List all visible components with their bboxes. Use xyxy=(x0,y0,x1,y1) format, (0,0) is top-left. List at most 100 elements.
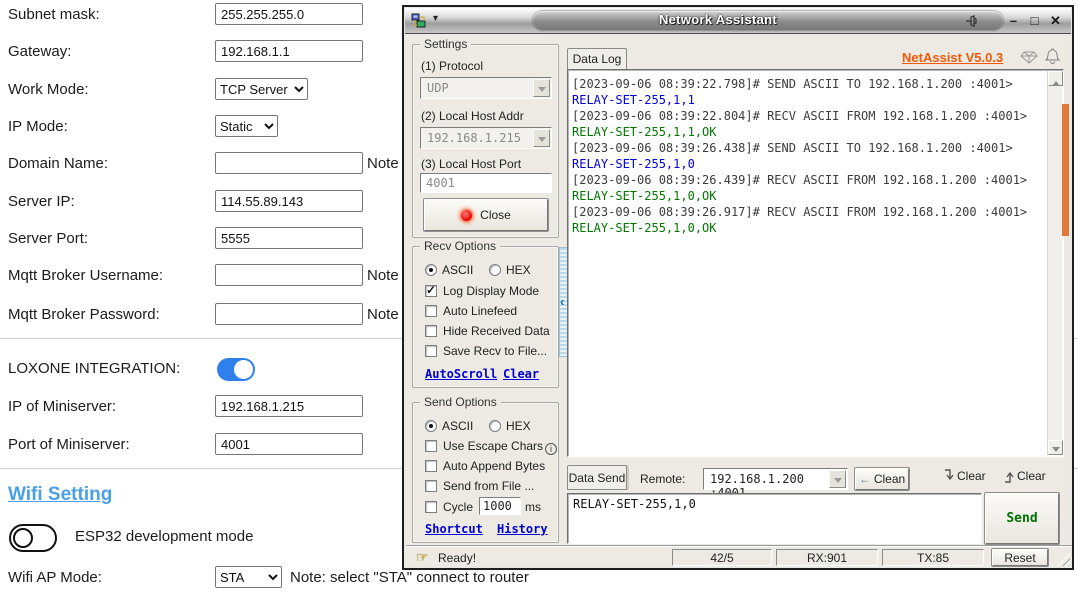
history-link[interactable]: History xyxy=(497,522,548,536)
clear-send-button[interactable]: Clear xyxy=(942,469,986,483)
pin-icon[interactable] xyxy=(963,13,979,29)
send-ascii-radio[interactable] xyxy=(425,420,437,432)
mqtt-username-input[interactable] xyxy=(215,264,363,286)
title-bar[interactable]: ▾ Network Assistant – □ ✕ xyxy=(405,8,1071,34)
domain-name-input[interactable] xyxy=(215,152,363,174)
server-ip-label: Server IP: xyxy=(8,193,75,210)
diamond-icon[interactable] xyxy=(1020,47,1038,65)
save-recv-to-file-checkbox[interactable] xyxy=(425,345,437,357)
work-mode-select[interactable]: TCP Server xyxy=(215,78,308,100)
protocol-combo[interactable]: UDP xyxy=(420,77,552,99)
close-connection-button[interactable]: Close xyxy=(424,199,548,231)
ip-mode-select[interactable]: Static xyxy=(215,115,278,137)
autoscroll-link[interactable]: AutoScroll xyxy=(425,367,497,381)
clear-label: Clear xyxy=(957,469,986,483)
use-escape-chars-checkbox[interactable] xyxy=(425,440,437,452)
auto-linefeed-checkbox[interactable] xyxy=(425,305,437,317)
clear-label: Clear xyxy=(1017,469,1046,483)
screen: { "form": { "rows": [ { "label": "Subnet… xyxy=(0,0,1078,598)
wifi-ap-mode-select[interactable]: STA xyxy=(215,566,282,588)
protocol-value: UDP xyxy=(427,81,449,95)
save-recv-to-file-label: Save Recv to File... xyxy=(443,344,547,358)
gateway-label: Gateway: xyxy=(8,43,71,60)
server-port-input[interactable] xyxy=(215,227,363,249)
minimize-button[interactable]: – xyxy=(1006,12,1021,29)
recv-hex-radio[interactable] xyxy=(489,264,501,276)
log-line: [2023-09-06 08:39:26.439]# RECV ASCII FR… xyxy=(572,172,1045,188)
cycle-interval-input[interactable] xyxy=(479,497,521,515)
data-log-panel[interactable]: [2023-09-06 08:39:22.798]# SEND ASCII TO… xyxy=(567,69,1064,457)
resize-grip[interactable] xyxy=(1057,553,1070,566)
miniserver-port-input[interactable] xyxy=(215,433,363,455)
server-ip-input[interactable] xyxy=(215,190,363,212)
hide-received-data-checkbox[interactable] xyxy=(425,325,437,337)
collapse-icon: ‹ xyxy=(560,294,564,309)
netassist-version-link[interactable]: NetAssist V5.0.3 xyxy=(902,50,1003,65)
wifi-ap-mode-note: Note: select "STA" connect to router xyxy=(290,569,529,586)
log-line: RELAY-SET-255,1,0,OK xyxy=(572,188,1045,204)
send-ascii-label: ASCII xyxy=(442,419,473,433)
settings-group: Settings (1) Protocol UDP (2) Local Host… xyxy=(412,44,559,238)
clean-button-label: Clean xyxy=(874,472,905,486)
recv-hex-label: HEX xyxy=(506,263,531,277)
bell-icon[interactable] xyxy=(1044,47,1061,65)
local-host-addr-combo[interactable]: 192.168.1.215 xyxy=(420,127,552,149)
left-arrow-icon: ← xyxy=(859,472,871,486)
cycle-checkbox[interactable] xyxy=(425,501,437,513)
connection-status-icon xyxy=(461,210,472,221)
subnet-mask-label: Subnet mask: xyxy=(8,6,100,23)
gateway-input[interactable] xyxy=(215,40,363,62)
clear-recv-button[interactable]: Clear xyxy=(1002,469,1046,483)
wifi-ap-mode-label: Wifi AP Mode: xyxy=(8,569,102,586)
send-message-input[interactable]: RELAY-SET-255,1,0 xyxy=(567,493,982,544)
ip-mode-label: IP Mode: xyxy=(8,118,68,135)
shortcut-link[interactable]: Shortcut xyxy=(425,522,483,536)
scroll-position-marker[interactable] xyxy=(1062,104,1069,236)
scroll-up-icon[interactable] xyxy=(1048,71,1063,86)
log-display-mode-checkbox[interactable] xyxy=(425,285,437,297)
local-host-port-label: (3) Local Host Port xyxy=(421,157,521,171)
maximize-button[interactable]: □ xyxy=(1027,12,1042,29)
local-host-port-input[interactable]: 4001 xyxy=(420,173,552,193)
remote-address-combo[interactable]: 192.168.1.200 :4001 xyxy=(703,468,848,490)
esp32-toggle[interactable] xyxy=(9,524,57,552)
status-rx: RX:901 xyxy=(776,549,878,566)
subnet-mask-input[interactable] xyxy=(215,3,363,25)
scroll-down-icon[interactable] xyxy=(1048,440,1063,455)
recv-options-title: Recv Options xyxy=(420,239,500,253)
reset-button[interactable]: Reset xyxy=(992,549,1048,566)
tab-data-log[interactable]: Data Log xyxy=(567,48,627,69)
recv-ascii-radio[interactable] xyxy=(425,264,437,276)
wifi-setting-link[interactable]: Wifi Setting xyxy=(8,484,112,506)
mqtt-password-input[interactable] xyxy=(215,303,363,325)
send-from-file-checkbox[interactable] xyxy=(425,480,437,492)
server-port-label: Server Port: xyxy=(8,230,88,247)
info-icon[interactable]: i xyxy=(545,443,557,455)
combo-dropdown-icon[interactable] xyxy=(829,470,846,488)
status-ready-text: Ready! xyxy=(438,551,476,565)
mqtt-password-label: Mqtt Broker Password: xyxy=(8,306,160,323)
send-options-title: Send Options xyxy=(420,395,501,409)
loxone-label: LOXONE INTEGRATION: xyxy=(8,360,180,377)
work-mode-label: Work Mode: xyxy=(8,81,89,98)
close-window-button[interactable]: ✕ xyxy=(1048,12,1063,29)
clean-button[interactable]: ←Clean xyxy=(855,468,909,490)
send-options-group: Send Options ASCII HEX Use Escape Charsi… xyxy=(412,402,559,543)
combo-dropdown-icon[interactable] xyxy=(533,79,550,97)
domain-name-label: Domain Name: xyxy=(8,155,108,172)
log-scrollbar[interactable] xyxy=(1047,71,1062,455)
tab-data-send[interactable]: Data Send xyxy=(567,465,627,490)
settings-group-title: Settings xyxy=(420,37,471,51)
send-from-file-label: Send from File ... xyxy=(443,479,534,493)
recv-options-group: Recv Options ASCII HEX Log Display Mode … xyxy=(412,246,559,388)
miniserver-ip-input[interactable] xyxy=(215,395,363,417)
send-button[interactable]: Send xyxy=(985,493,1059,544)
recv-clear-link[interactable]: Clear xyxy=(503,367,539,381)
status-counter: 42/5 xyxy=(672,549,772,566)
send-hex-radio[interactable] xyxy=(489,420,501,432)
log-line: RELAY-SET-255,1,0 xyxy=(572,156,1045,172)
loxone-toggle[interactable] xyxy=(217,358,255,381)
combo-dropdown-icon[interactable] xyxy=(533,129,550,147)
auto-append-bytes-checkbox[interactable] xyxy=(425,460,437,472)
log-line: RELAY-SET-255,1,1 xyxy=(572,92,1045,108)
